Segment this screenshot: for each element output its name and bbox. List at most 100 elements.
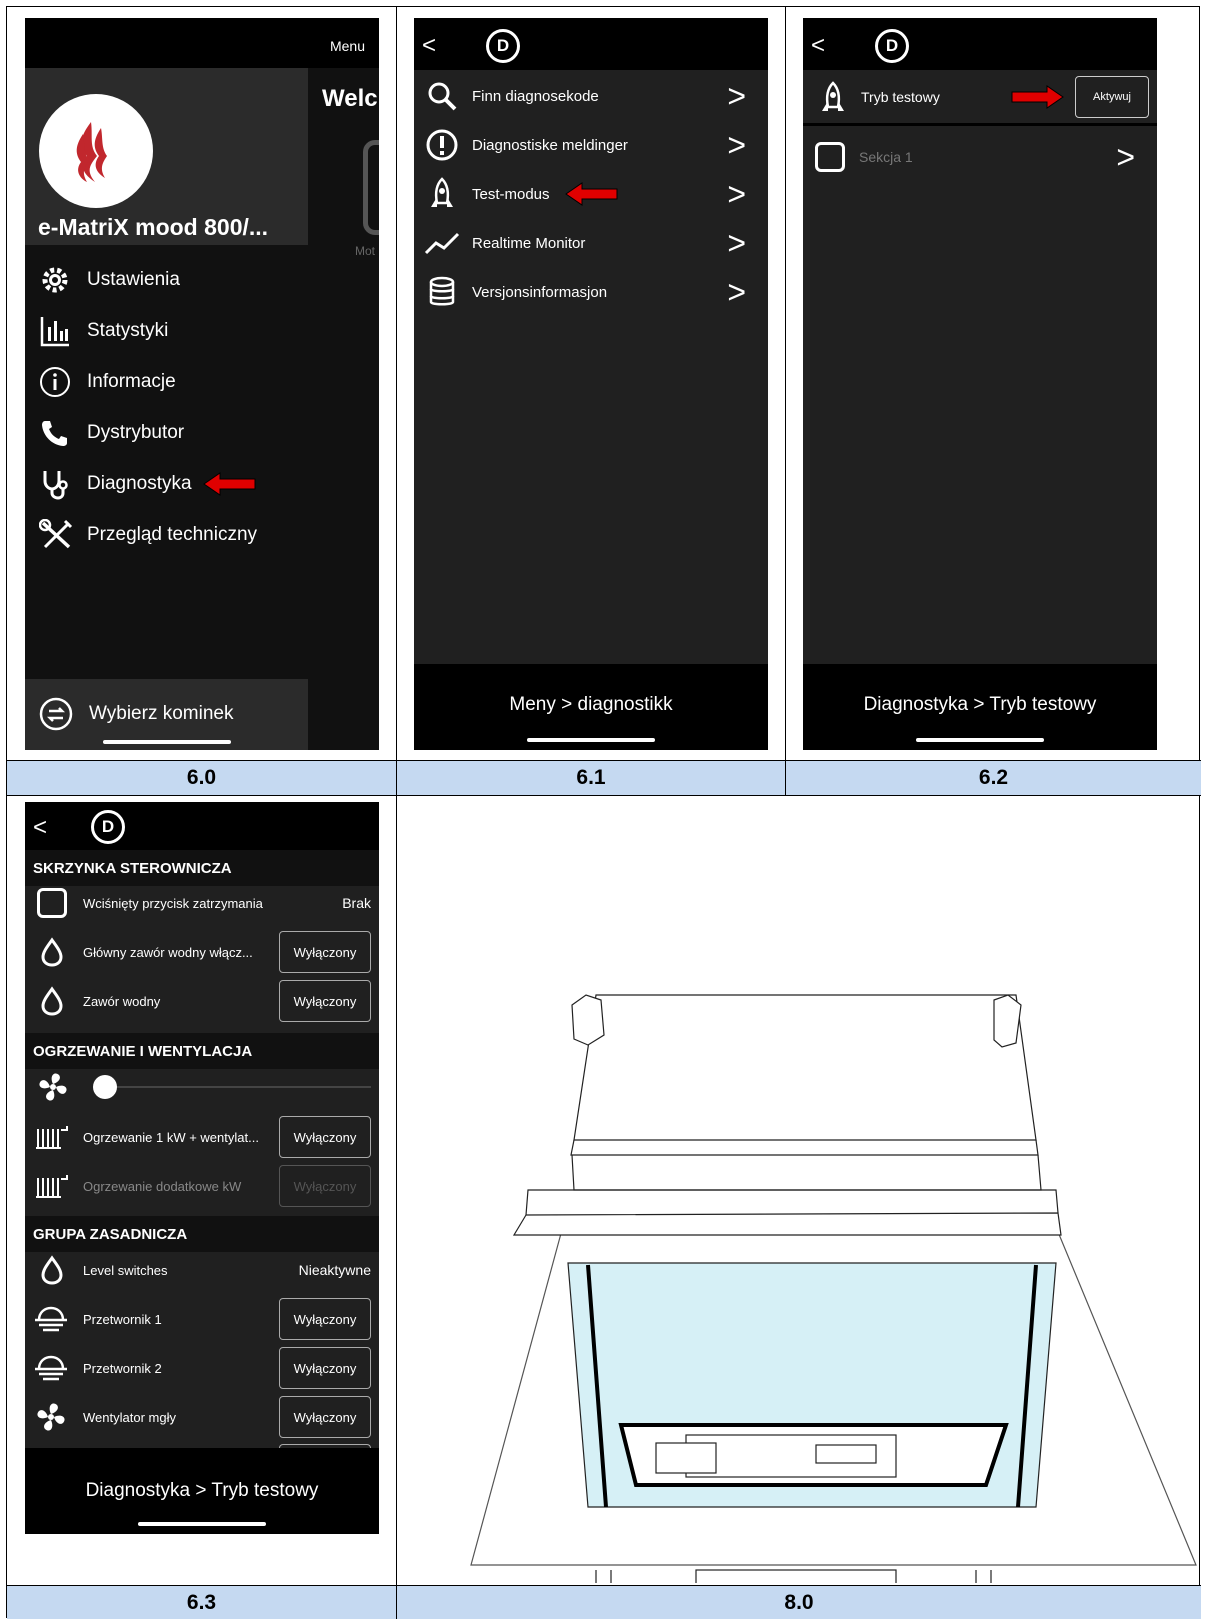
- menu-item-label: Przegląd techniczny: [87, 524, 258, 545]
- device-name: e-MatriX mood 800/...: [38, 214, 269, 240]
- heating-extra-row: Ogrzewanie dodatkowe kW Wyłączony: [25, 1161, 379, 1211]
- tools-icon: [39, 519, 73, 549]
- fan-icon: [39, 1073, 67, 1101]
- breadcrumb: Diagnostyka > Tryb testowy: [863, 694, 1097, 715]
- menu-item-label: Realtime Monitor: [472, 234, 586, 252]
- menu-item-label: Diagnostyka: [87, 473, 192, 494]
- menu-item-label: Ustawienia: [87, 269, 180, 290]
- phone-icon: [42, 421, 67, 446]
- menu-item-label: Test-modus: [472, 185, 550, 203]
- side-label: Mot: [355, 244, 376, 258]
- heating1-label: Ogrzewanie 1 kW + wentylat...: [83, 1129, 259, 1145]
- transducer1-toggle[interactable]: Wyłączony: [279, 1298, 371, 1340]
- bottom-bar: Diagnostyka > Tryb testowy: [803, 664, 1157, 750]
- mist-icon: [35, 1355, 67, 1381]
- device-header: e-MatriX mood 800/...: [25, 68, 308, 245]
- level-switches-value: Nieaktywne: [298, 1262, 371, 1278]
- welcome-title: Welc: [322, 85, 378, 112]
- chevron-right-icon: >: [1116, 139, 1135, 175]
- checkbox-icon: [815, 142, 845, 172]
- bar-chart-icon: [40, 317, 69, 347]
- home-indicator: [138, 1522, 266, 1526]
- d-logo-icon: D: [875, 29, 909, 63]
- menu-item-ustawienia[interactable]: Ustawienia: [39, 255, 308, 305]
- red-arrow-icon: [202, 472, 256, 496]
- menu-item-przeglad[interactable]: Przegląd techniczny: [39, 510, 308, 560]
- menu-item-dystrybutor[interactable]: Dystrybutor: [39, 408, 308, 458]
- main-content-peek: Welc Mot: [308, 68, 379, 750]
- select-fireplace-label: Wybierz kominek: [89, 703, 234, 724]
- home-indicator: [527, 738, 655, 742]
- transducer2-label: Przetwornik 2: [83, 1360, 162, 1376]
- water-valve-label: Zawór wodny: [83, 993, 161, 1009]
- bottom-bar: Meny > diagnostikk: [414, 664, 768, 750]
- menu-item-statystyki[interactable]: Statystyki: [39, 306, 308, 356]
- level-switches-row: Level switches Nieaktywne: [25, 1245, 379, 1295]
- back-icon[interactable]: <: [422, 34, 436, 58]
- water-valve-row: Zawór wodny Wyłączony: [25, 976, 379, 1026]
- chevron-right-icon: >: [727, 127, 746, 163]
- back-icon[interactable]: <: [811, 34, 825, 58]
- chevron-right-icon: >: [727, 225, 746, 261]
- menu-item-informacje[interactable]: Informacje: [39, 357, 308, 407]
- fan-slider-row: [25, 1062, 379, 1112]
- menu-item-finn[interactable]: Finn diagnosekode >: [414, 71, 768, 121]
- mist-icon: [35, 1306, 67, 1332]
- menu-item-versjon[interactable]: Versjonsinformasjon >: [414, 267, 768, 317]
- level-switches-label: Level switches: [83, 1262, 168, 1278]
- mist-fan-toggle[interactable]: Wyłączony: [279, 1396, 371, 1438]
- transducer2-row: Przetwornik 2 Wyłączony: [25, 1343, 379, 1393]
- menu-item-test-modus[interactable]: Test-modus >: [414, 169, 768, 219]
- top-bar: < D: [414, 18, 768, 70]
- fan-slider-thumb[interactable]: [93, 1075, 117, 1099]
- section-label: Sekcja 1: [859, 149, 913, 165]
- heating1-toggle[interactable]: Wyłączony: [279, 1116, 371, 1158]
- section-1-row[interactable]: Sekcja 1 >: [803, 132, 1157, 182]
- flame-logo-icon: [76, 122, 107, 182]
- top-bar: Menu: [25, 18, 379, 68]
- water-valve-toggle[interactable]: Wyłączony: [279, 980, 371, 1022]
- back-icon[interactable]: <: [33, 816, 47, 840]
- home-indicator: [102, 740, 231, 744]
- caption-6-0: 6.0: [7, 761, 396, 795]
- main-valve-toggle[interactable]: Wyłączony: [279, 931, 371, 973]
- switch-icon: [39, 697, 73, 731]
- caption-6-3: 6.3: [7, 1586, 396, 1619]
- info-icon: [40, 367, 70, 397]
- menu-item-realtime[interactable]: Realtime Monitor >: [414, 218, 768, 268]
- water-drop-icon: [41, 937, 63, 967]
- stop-button-value: Brak: [342, 895, 371, 911]
- breadcrumb: Diagnostyka > Tryb testowy: [85, 1480, 319, 1501]
- test-mode-label: Tryb testowy: [861, 89, 940, 105]
- activate-button[interactable]: Aktywuj: [1075, 76, 1149, 118]
- transducer1-row: Przetwornik 1 Wyłączony: [25, 1294, 379, 1344]
- menu-button[interactable]: Menu: [330, 38, 365, 54]
- rocket-icon: [815, 80, 851, 116]
- screen-6-3: < D SKRZYNKA STEROWNICZA Wciśnięty przyc…: [25, 802, 379, 1534]
- fan-slider-track[interactable]: [93, 1086, 371, 1088]
- fireplace-insert-illustration: [470, 994, 1197, 1600]
- chevron-right-icon: >: [727, 78, 746, 114]
- radiator-icon: [36, 1126, 68, 1149]
- rocket-icon: [424, 176, 460, 212]
- caption-6-1: 6.1: [397, 761, 785, 795]
- menu-item-label: Finn diagnosekode: [472, 87, 599, 105]
- chevron-right-icon: >: [727, 274, 746, 310]
- mist-fan-row: Wentylator mgły Wyłączony: [25, 1392, 379, 1442]
- select-fireplace-bar[interactable]: Wybierz kominek: [25, 679, 308, 750]
- breadcrumb: Meny > diagnostikk: [509, 694, 673, 715]
- screen-6-1: < D Finn diagnosekode > Diagnostiske mel…: [414, 18, 768, 750]
- menu-item-diagnostiske[interactable]: Diagnostiske meldinger >: [414, 120, 768, 170]
- screen-6-2: < D Tryb testowy Aktywuj Sekcja 1 > Diag…: [803, 18, 1157, 750]
- water-drop-icon: [41, 1255, 63, 1285]
- checkbox-icon: [37, 888, 67, 918]
- menu-item-diagnostyka[interactable]: Diagnostyka: [39, 459, 308, 509]
- caption-8-0: 8.0: [397, 1586, 1201, 1619]
- caption-6-2: 6.2: [786, 761, 1201, 795]
- heating-extra-toggle[interactable]: Wyłączony: [279, 1165, 371, 1207]
- stethoscope-icon: [43, 471, 68, 500]
- top-bar: < D: [803, 18, 1157, 70]
- transducer2-toggle[interactable]: Wyłączony: [279, 1347, 371, 1389]
- mist-fan-label: Wentylator mgły: [83, 1409, 176, 1425]
- heating-extra-label: Ogrzewanie dodatkowe kW: [83, 1178, 242, 1194]
